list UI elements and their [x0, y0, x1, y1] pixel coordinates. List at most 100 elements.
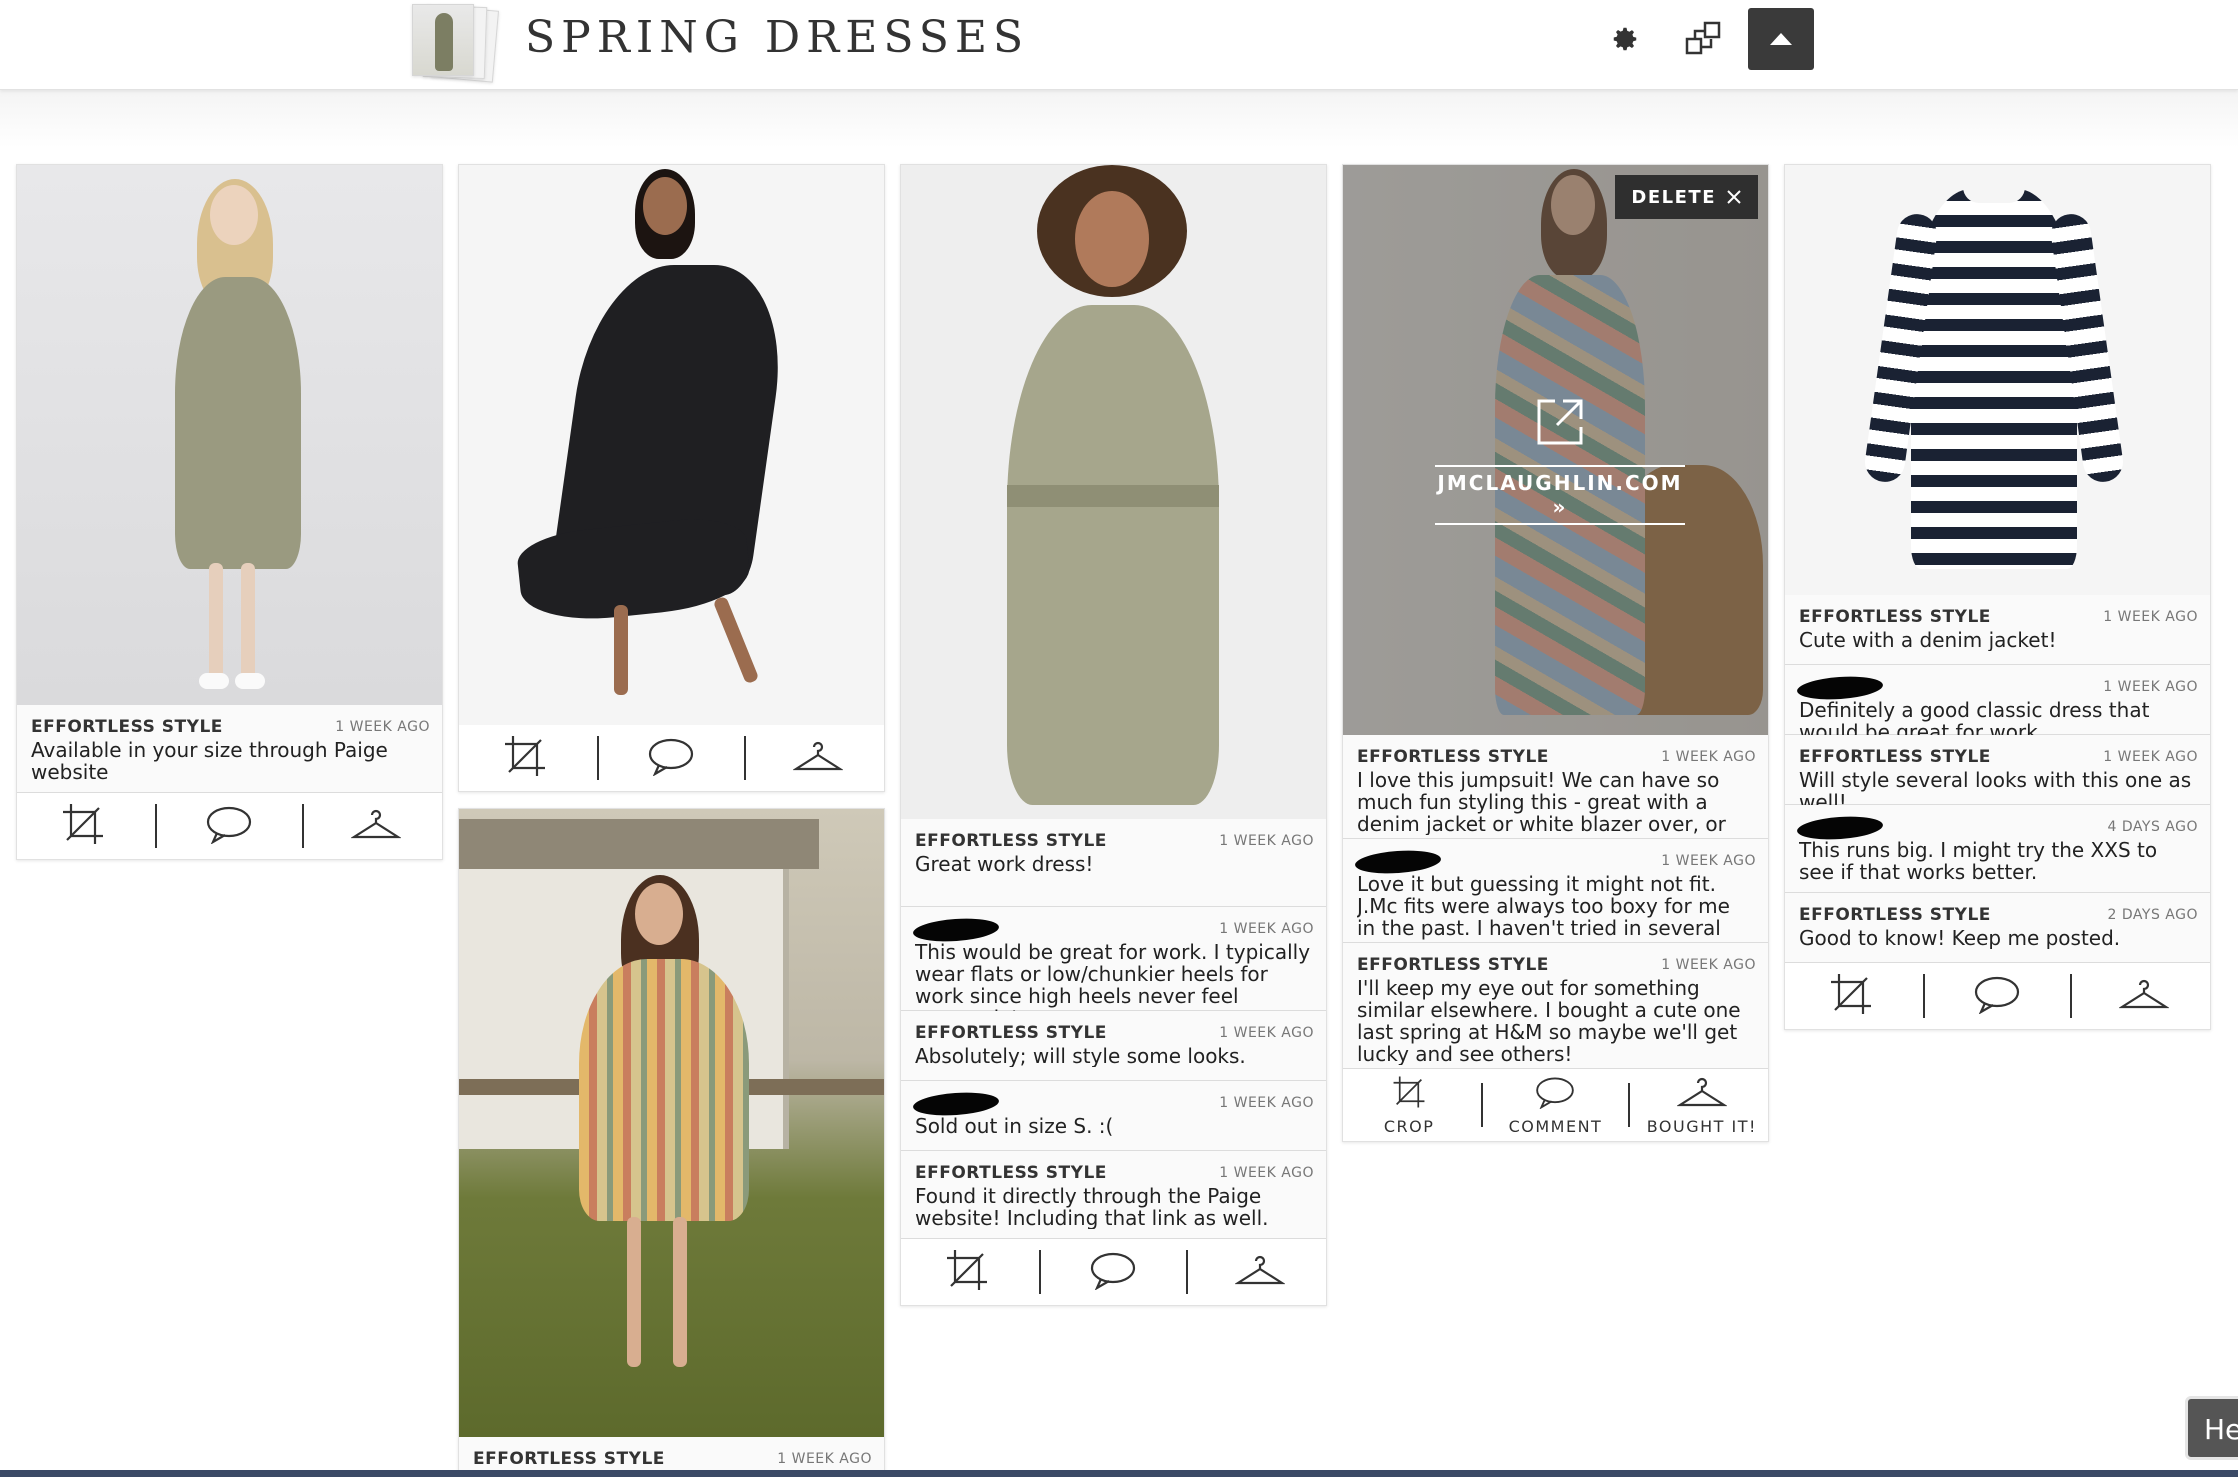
- hanger-icon: [2118, 977, 2170, 1015]
- comment-icon: [1973, 974, 2021, 1018]
- comment-timestamp: 1 WEEK AGO: [2103, 749, 2198, 765]
- action-divider: [1185, 1250, 1188, 1294]
- close-icon: [1727, 190, 1741, 204]
- comment-button[interactable]: [169, 804, 289, 848]
- window-bottom-edge: [0, 1470, 2238, 1477]
- comment-text: I'll keep my eye out for something simil…: [1357, 977, 1741, 1065]
- crop-button[interactable]: [23, 802, 143, 850]
- redacted-avatar: [1354, 848, 1442, 876]
- delete-pin-button[interactable]: DELETE: [1615, 175, 1758, 219]
- comment-icon: [1089, 1250, 1137, 1294]
- product-photo[interactable]: [459, 165, 884, 725]
- comment-timestamp: 1 WEEK AGO: [1219, 1095, 1314, 1111]
- hanger-icon: [1676, 1075, 1728, 1113]
- comment-timestamp: 1 WEEK AGO: [1661, 853, 1756, 869]
- collapse-header-button[interactable]: [1748, 8, 1814, 70]
- board-cover-thumbnail[interactable]: [408, 4, 508, 83]
- comment: EFFORTLESS STYLE 1 WEEK AGO Found it direc…: [901, 1151, 1326, 1239]
- bought-it-button[interactable]: [316, 807, 436, 845]
- pin-action-bar: [17, 793, 442, 859]
- redacted-avatar: [1796, 674, 1884, 702]
- comment: 1 WEEK AGO Definitely a good classic dres…: [1785, 665, 2210, 735]
- crop-button[interactable]: [907, 1248, 1027, 1296]
- product-photo[interactable]: [1785, 165, 2210, 595]
- pin-action-bar: [901, 1239, 1326, 1305]
- comment-button[interactable]: COMMENT: [1495, 1075, 1615, 1136]
- comment-timestamp: 1 WEEK AGO: [1219, 833, 1314, 849]
- hanger-icon: [1234, 1253, 1286, 1291]
- product-photo[interactable]: [17, 165, 442, 705]
- action-divider: [597, 736, 600, 780]
- action-divider: [1039, 1250, 1042, 1294]
- comment-timestamp: 4 DAYS AGO: [2107, 819, 2198, 835]
- crop-icon: [1387, 1075, 1431, 1113]
- pin-card-olive-belted-dress[interactable]: EFFORTLESS STYLE 1 WEEK AGO Great work dre…: [900, 164, 1327, 1306]
- external-link[interactable]: JMCLAUGHLIN.COM »: [1435, 395, 1685, 525]
- comment-button-label: COMMENT: [1508, 1116, 1603, 1136]
- bought-it-button[interactable]: [758, 739, 878, 777]
- hanger-icon: [350, 807, 402, 845]
- comment-timestamp: 1 WEEK AGO: [1661, 957, 1756, 973]
- action-divider: [155, 804, 158, 848]
- redacted-avatar: [1796, 814, 1884, 842]
- comment: 1 WEEK AGO This would be great for work. …: [901, 907, 1326, 1011]
- crop-button[interactable]: CROP: [1349, 1075, 1469, 1136]
- comment-timestamp: 1 WEEK AGO: [1219, 1025, 1314, 1041]
- comment-button[interactable]: [1937, 974, 2057, 1018]
- pin-card-floral-jumpsuit[interactable]: DELETE JMCLAUGHLIN.COM » EFFORTLESS STYL…: [1342, 164, 1769, 1142]
- comment-timestamp: 1 WEEK AGO: [2103, 609, 2198, 625]
- action-divider: [1481, 1083, 1484, 1127]
- pin-card-striped-tshirt-dress[interactable]: EFFORTLESS STYLE 1 WEEK AGO Cute with a de…: [1784, 164, 2211, 1030]
- comment-text: Great work dress!: [915, 853, 1094, 875]
- pin-action-bar: CROP COMMENT BOUGHT IT!: [1343, 1069, 1768, 1141]
- crop-icon: [61, 802, 105, 850]
- comment-button[interactable]: [611, 736, 731, 780]
- product-photo[interactable]: [901, 165, 1326, 819]
- pin-card-black-midi-dress[interactable]: [458, 164, 885, 792]
- bought-it-button[interactable]: [2084, 977, 2204, 1015]
- comment-text: Sold out in size S. :(: [915, 1115, 1114, 1137]
- comment: EFFORTLESS STYLE 1 WEEK AGO Absolutely; wi…: [901, 1011, 1326, 1081]
- pin-card-striped-boho-dress[interactable]: EFFORTLESS STYLE 1 WEEK AGO: [458, 808, 885, 1476]
- comment-timestamp: 2 DAYS AGO: [2107, 907, 2198, 923]
- help-button[interactable]: He: [2185, 1396, 2238, 1460]
- bought-it-button[interactable]: [1200, 1253, 1320, 1291]
- action-divider: [301, 804, 304, 848]
- pin-action-bar: [1785, 963, 2210, 1029]
- comment: EFFORTLESS STYLE 1 WEEK AGO Will style sev…: [1785, 735, 2210, 805]
- comment-text: Absolutely; will style some looks.: [915, 1045, 1246, 1067]
- link-domain: JMCLAUGHLIN.COM »: [1435, 465, 1685, 525]
- comment: EFFORTLESS STYLE 1 WEEK AGO Great work dre…: [901, 819, 1326, 907]
- comment-timestamp: 1 WEEK AGO: [1219, 1165, 1314, 1181]
- comment-text: This would be great for work. I typicall…: [915, 941, 1311, 1011]
- comment-text: I love this jumpsuit! We can have so muc…: [1357, 769, 1726, 835]
- top-bar: SPRING DRESSES: [0, 0, 2238, 90]
- product-photo[interactable]: DELETE JMCLAUGHLIN.COM »: [1343, 165, 1768, 735]
- comment-text: Available in your size through Paige web…: [31, 739, 388, 783]
- crop-button-label: CROP: [1383, 1116, 1435, 1136]
- comment-text: Love it but guessing it might not fit. J…: [1357, 873, 1730, 943]
- comment: EFFORTLESS STYLE 1 WEEK AGO I love this ju…: [1343, 735, 1768, 839]
- redacted-avatar: [912, 1090, 1000, 1118]
- crop-button[interactable]: [1791, 972, 1911, 1020]
- share-board-button[interactable]: [1670, 8, 1736, 70]
- settings-button[interactable]: [1592, 8, 1658, 70]
- bought-it-button[interactable]: BOUGHT IT!: [1642, 1075, 1762, 1136]
- crop-button[interactable]: [465, 734, 585, 782]
- comment-text: This runs big. I might try the XXS to se…: [1799, 839, 2158, 883]
- product-photo[interactable]: [459, 809, 884, 1437]
- pin-card-khaki-shirt-dress[interactable]: EFFORTLESS STYLE 1 WEEK AGO Available in y…: [16, 164, 443, 860]
- comment-text: Definitely a good classic dress that wou…: [1799, 699, 2150, 735]
- comment-text: Good to know! Keep me posted.: [1799, 927, 2121, 949]
- action-divider: [743, 736, 746, 780]
- comment: EFFORTLESS STYLE 1 WEEK AGO I'll keep my e…: [1343, 943, 1768, 1069]
- collapse-up-icon: [1770, 33, 1792, 45]
- comment-timestamp: 1 WEEK AGO: [1661, 749, 1756, 765]
- bought-it-button-label: BOUGHT IT!: [1646, 1116, 1757, 1136]
- comment-timestamp: 1 WEEK AGO: [1219, 921, 1314, 937]
- comment-text: Will style several looks with this one a…: [1799, 769, 2192, 805]
- comment-button[interactable]: [1053, 1250, 1173, 1294]
- comment-icon: [647, 736, 695, 780]
- comment-text: Found it directly through the Paige webs…: [915, 1185, 1269, 1229]
- toolbar-shadow-strip: [0, 90, 2238, 148]
